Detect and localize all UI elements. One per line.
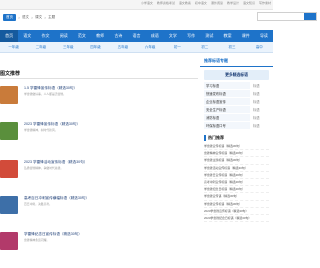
nav-item[interactable]: 教案: [218, 30, 236, 42]
subnav-item[interactable]: 六年级: [136, 45, 163, 50]
top-link[interactable]: 初中语文: [195, 1, 207, 5]
sidebar-link[interactable]: 企业标语宣传: [204, 98, 250, 105]
subnav-item[interactable]: 高中: [246, 45, 273, 50]
nav-item[interactable]: 导读: [255, 30, 273, 42]
item-title[interactable]: 2023 学雷锋活动宣传标语（精选30句）: [24, 160, 87, 165]
subnav-item[interactable]: 四年级: [82, 45, 109, 50]
recommend-item[interactable]: 2023学雷锋宣传标语（精选30句）: [204, 208, 269, 216]
item-title[interactable]: 学雷锋纪念日宣传标语（精选30句）: [24, 232, 82, 237]
main-nav: 首页 语文 作文 阅读 范文 教师 古诗 语言 成语 文学 写作 测试 教案 课…: [0, 30, 273, 42]
thumbnail-image[interactable]: [0, 122, 18, 140]
sidebar-link[interactable]: 安全生产标语: [204, 106, 250, 113]
list-item[interactable]: 2023 学雷锋活动宣传标语（精选30句） 弘扬雷锋精神，争做时代先锋。: [0, 160, 198, 190]
top-link[interactable]: 语文教案: [179, 1, 191, 5]
recommend-item[interactable]: 学雷锋宣传语（精选30句）: [204, 193, 269, 201]
item-desc: 百日冲刺，决胜高考。: [24, 202, 52, 206]
breadcrumb-sep: >: [44, 15, 47, 20]
nav-item[interactable]: 写作: [182, 30, 200, 42]
recommend-item[interactable]: 学雷锋纪念日标语（精选30句）: [204, 186, 269, 194]
top-links: 小学语文 教师资格考试 语文教案 初中语文 课外阅读 教学设计 语文知识 写作素…: [141, 1, 271, 5]
top-link[interactable]: 教师资格考试: [157, 1, 175, 5]
item-title[interactable]: 高考百日冲刺宣传横幅标语（精选30句）: [24, 196, 89, 201]
item-desc: 弘扬雷锋精神，争做时代先锋。: [24, 166, 64, 170]
sidebar-link[interactable]: 消防标语: [204, 114, 250, 121]
sidebar-link-tag: 标语: [251, 90, 269, 97]
thumbnail-image[interactable]: [0, 232, 18, 250]
section-divider: [0, 78, 198, 79]
sub-nav: 一年级 二年级 三年级 四年级 五年级 六年级 初一 初二 初三 高中: [0, 42, 273, 53]
recommend-item[interactable]: 学雷锋活动宣传标语（精选30句）: [204, 165, 269, 172]
top-link[interactable]: 教学设计: [227, 1, 239, 5]
item-title[interactable]: 1.5 学雷锋宣传标语（精选30句）: [24, 86, 77, 91]
search-button[interactable]: [304, 13, 316, 20]
search-input[interactable]: [257, 12, 317, 21]
nav-item[interactable]: 文学: [164, 30, 182, 42]
nav-item[interactable]: 首页: [0, 30, 19, 42]
subnav-item[interactable]: 初一: [164, 45, 191, 50]
breadcrumb-item[interactable]: 语文: [22, 15, 29, 20]
subnav-item[interactable]: 三年级: [55, 45, 82, 50]
thumbnail-image[interactable]: [0, 86, 18, 104]
recommend-title: 热门推荐: [204, 135, 269, 141]
top-link[interactable]: 语文知识: [243, 1, 255, 5]
sidebar-heading: 推荐标语专题: [200, 56, 273, 67]
nav-item[interactable]: 教师: [91, 30, 109, 42]
sidebar-grid: 学习标语 标语 快速发布标语 标语 企业标语宣传 标语 安全生产标语 标语 消防标语 标语…: [204, 82, 269, 129]
list-item[interactable]: 学雷锋纪念日宣传标语（精选30句） 雷锋精神永远闪耀。: [0, 232, 198, 262]
list-item[interactable]: 高考百日冲刺宣传横幅标语（精选30句） 百日冲刺，决胜高考。: [0, 196, 198, 226]
sidebar-link[interactable]: 学习标语: [204, 82, 250, 89]
nav-item[interactable]: 测试: [200, 30, 218, 42]
breadcrumb: 首页 > 语文 > 课文 > 主题: [3, 14, 55, 21]
recommend-list: 学雷锋宣传标语（精选30句） 雷锋精神宣传标语（精选30句） 学雷锋主题标语（精…: [204, 143, 269, 223]
breadcrumb-item[interactable]: 主题: [48, 15, 55, 20]
nav-item[interactable]: 阅读: [55, 30, 73, 42]
item-desc: 学雷锋做好事，人人都是活雷锋。: [24, 92, 66, 96]
sidebar: 推荐标语专题 更多精选标语 学习标语 标语 快速发布标语 标语 企业标语宣传 标语 安…: [200, 56, 273, 268]
sidebar-link-tag: 标语: [251, 98, 269, 105]
sidebar-link-tag: 标语: [251, 122, 269, 129]
item-title[interactable]: 2023 学雷锋宣传标语（精选30句）: [24, 122, 80, 127]
breadcrumb-home[interactable]: 首页: [3, 14, 16, 21]
top-link[interactable]: 写作素材: [259, 1, 271, 5]
top-bar: 小学语文 教师资格考试 语文教案 初中语文 课外阅读 教学设计 语文知识 写作素…: [0, 0, 273, 10]
breadcrumb-item[interactable]: 课文: [35, 15, 42, 20]
sidebar-link[interactable]: 快速发布标语: [204, 90, 250, 97]
sidebar-link-tag: 标语: [251, 82, 269, 89]
recommend-item[interactable]: 高考冲刺宣传标语（精选30句）: [204, 179, 269, 187]
nav-item[interactable]: 成语: [146, 30, 164, 42]
recommend-item[interactable]: 学雷锋日宣传标语（精选30句）: [204, 172, 269, 180]
subnav-item[interactable]: 五年级: [109, 45, 136, 50]
breadcrumb-sep: >: [18, 15, 21, 20]
thumbnail-image[interactable]: [0, 196, 18, 214]
top-link[interactable]: 小学语文: [141, 1, 153, 5]
list-item[interactable]: 2023 学雷锋宣传标语（精选30句） 学雷锋精神，树时代新风。: [0, 122, 198, 152]
sidebar-tag[interactable]: 更多精选标语: [204, 70, 269, 80]
nav-item[interactable]: 语言: [127, 30, 145, 42]
sidebar-link-tag: 标语: [251, 114, 269, 121]
subnav-item[interactable]: 一年级: [0, 45, 27, 50]
recommend-item[interactable]: 学雷锋宣传标语（精选30句）: [204, 201, 269, 208]
item-desc: 雷锋精神永远闪耀。: [24, 238, 50, 242]
recommend-item[interactable]: 雷锋精神宣传标语（精选30句）: [204, 150, 269, 158]
recommend-item[interactable]: 学雷锋宣传标语（精选30句）: [204, 143, 269, 151]
nav-item[interactable]: 语文: [18, 30, 36, 42]
thumbnail-image[interactable]: [0, 160, 18, 178]
nav-item[interactable]: 课件: [237, 30, 255, 42]
section-title: 图文推荐: [0, 71, 21, 77]
subnav-item[interactable]: 初三: [218, 45, 245, 50]
list-item[interactable]: 1.5 学雷锋宣传标语（精选30句） 学雷锋做好事，人人都是活雷锋。: [0, 86, 198, 116]
recommend-item[interactable]: 学雷锋主题标语（精选30句）: [204, 157, 269, 165]
nav-item[interactable]: 范文: [73, 30, 91, 42]
subnav-item[interactable]: 二年级: [27, 45, 54, 50]
breadcrumb-sep: >: [31, 15, 34, 20]
top-link[interactable]: 课外阅读: [211, 1, 223, 5]
recommend-item[interactable]: 2023学雷锋纪念日标语（精选30句）: [204, 215, 269, 223]
nav-item[interactable]: 古诗: [109, 30, 127, 42]
subnav-item[interactable]: 初二: [191, 45, 218, 50]
sidebar-link[interactable]: 环保标语口号: [204, 122, 250, 129]
nav-item[interactable]: 作文: [36, 30, 54, 42]
main-content: 图文推荐 1.5 学雷锋宣传标语（精选30句） 学雷锋做好事，人人都是活雷锋。 …: [0, 56, 198, 268]
item-desc: 学雷锋精神，树时代新风。: [24, 128, 58, 132]
sidebar-link-tag: 标语: [251, 106, 269, 113]
